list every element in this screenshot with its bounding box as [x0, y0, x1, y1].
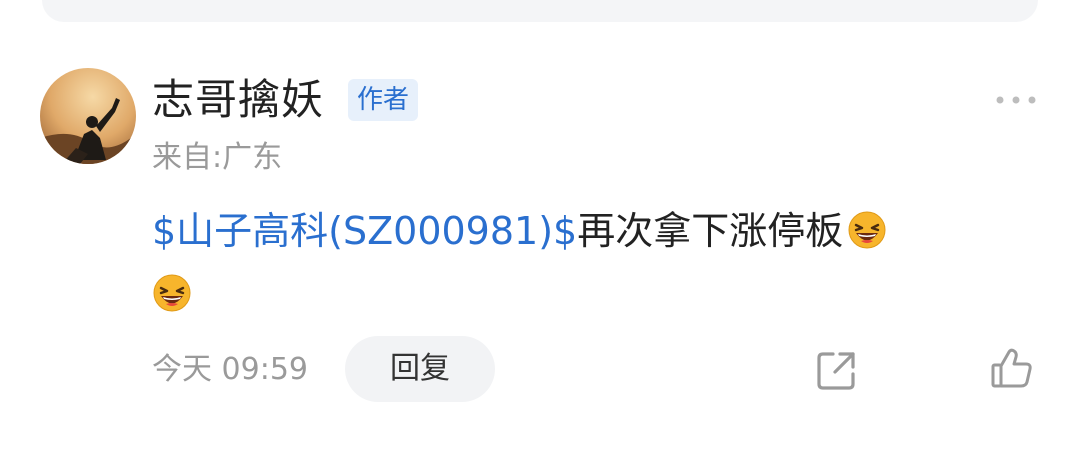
- avatar[interactable]: [40, 68, 136, 164]
- laughing-emoji-icon: [153, 274, 191, 312]
- laughing-emoji-icon: [848, 211, 886, 249]
- thumbs-up-icon[interactable]: [988, 345, 1036, 393]
- more-options-icon[interactable]: [994, 89, 1038, 111]
- comment-body: 再次拿下涨停板: [577, 209, 844, 253]
- stock-link[interactable]: $山子高科(SZ000981)$: [152, 209, 577, 253]
- share-icon[interactable]: [813, 346, 861, 394]
- author-badge: 作者: [348, 79, 419, 121]
- comment-timestamp: 今天 09:59: [152, 352, 308, 387]
- author-name[interactable]: 志哥擒妖: [152, 74, 324, 126]
- comment-text: $山子高科(SZ000981)$再次拿下涨停板: [152, 200, 1012, 326]
- location-label: 来自:广东: [152, 140, 283, 175]
- previous-card: [42, 0, 1038, 22]
- reply-button[interactable]: 回复: [345, 336, 495, 402]
